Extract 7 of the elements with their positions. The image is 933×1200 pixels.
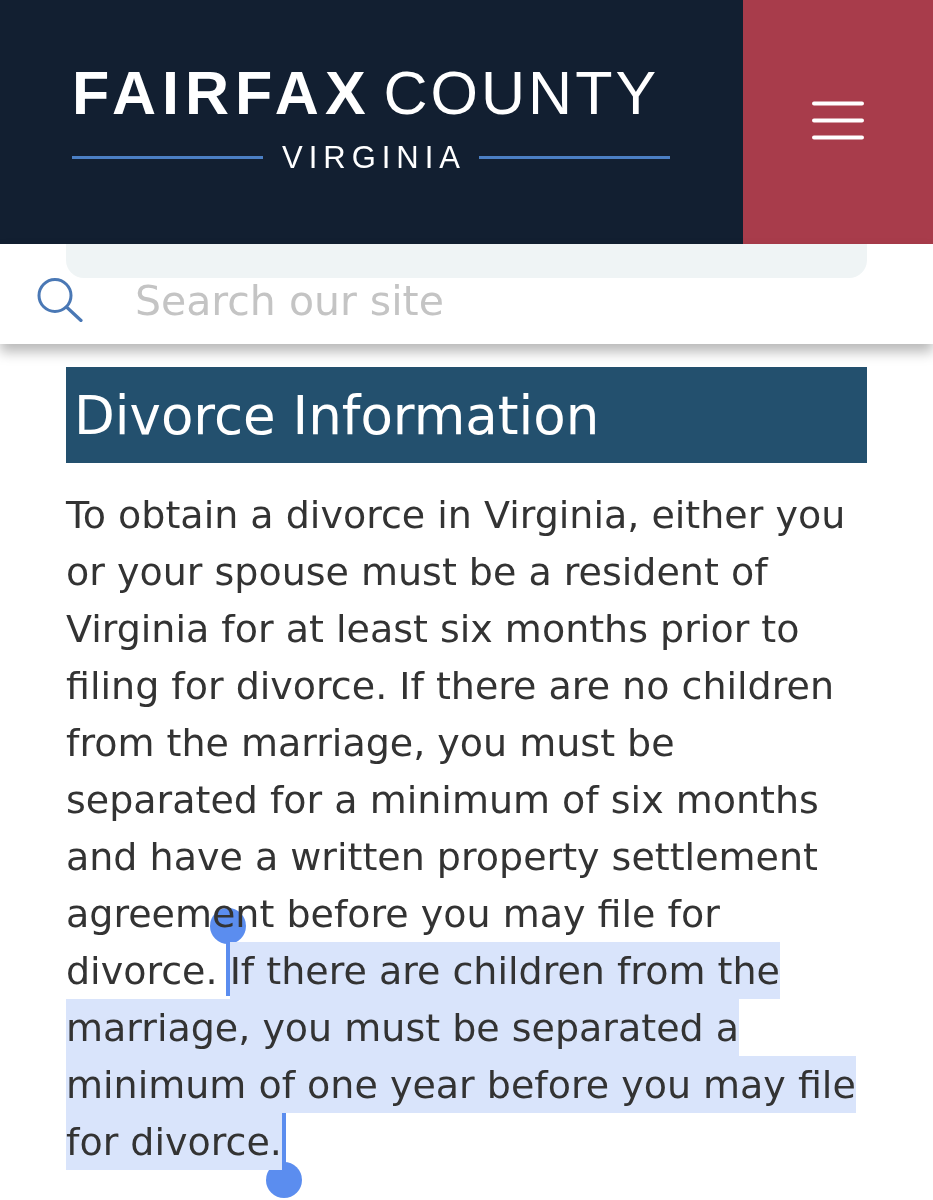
page-heading: Divorce Information: [66, 367, 867, 463]
search-icon[interactable]: [37, 278, 83, 322]
search-field[interactable]: Search our site: [135, 278, 866, 326]
logo-subtitle: VIRGINIA: [281, 142, 467, 173]
menu-icon: [812, 100, 864, 140]
body-paragraph: To obtain a divorce in Virginia, either you or your spouse must be a resident of Virginia for at least six months prior to filing for divorce. If there are no children from the marriage, you must be separated for a minimum of six months and have a written property settlement agreement before you may file for divorce. If there are children from the marriage, you must be separated a minimum of one year before you may file for divorce.: [66, 487, 867, 1171]
logo-wordmark[interactable]: FAIRFAX COUNTY: [72, 63, 660, 124]
